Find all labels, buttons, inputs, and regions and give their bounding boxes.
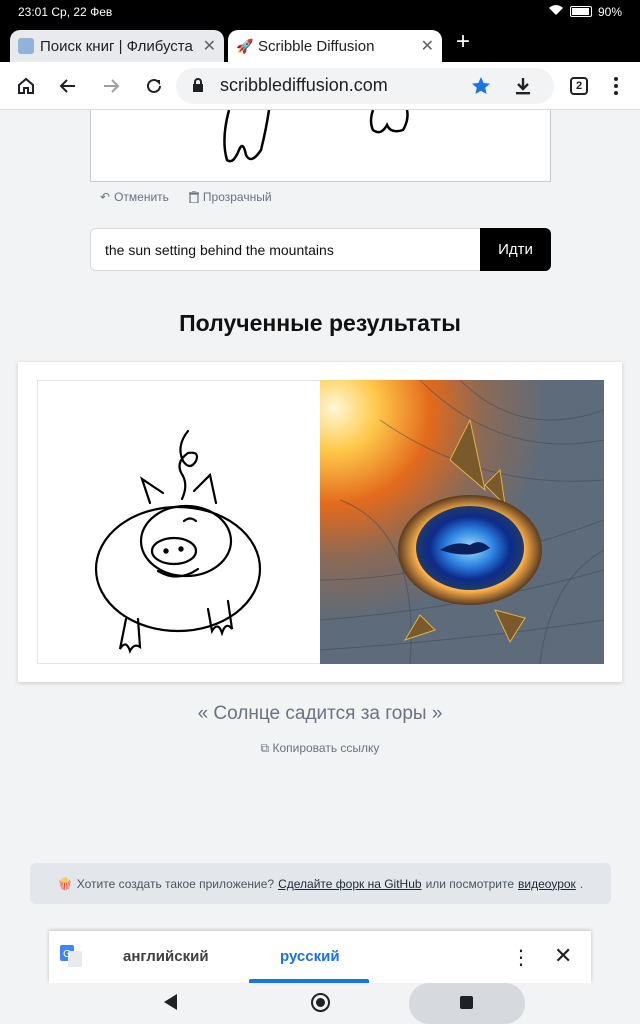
download-icon[interactable]	[514, 76, 532, 101]
status-bar: 23:01 Ср, 22 Фев 90%	[0, 0, 640, 26]
lock-icon	[192, 77, 204, 98]
more-menu-icon[interactable]	[602, 72, 630, 100]
bookmark-star-icon[interactable]	[471, 76, 491, 101]
video-tutorial-link[interactable]: видеоурок	[518, 877, 576, 891]
reload-icon[interactable]	[140, 72, 168, 100]
close-tab-icon[interactable]: ✕	[421, 36, 434, 56]
tab-title: Поиск книг | Флибуста	[40, 37, 193, 55]
result-caption: « Солнце садится за горы »	[197, 703, 443, 724]
github-fork-link[interactable]: Сделайте форк на GitHub	[278, 877, 421, 891]
battery-level: 90%	[597, 4, 622, 19]
tab-switcher-button[interactable]: 2	[565, 72, 593, 100]
svg-text:G: G	[63, 949, 71, 960]
tab-flibusta[interactable]: Поиск книг | Флибуста ✕	[10, 30, 224, 62]
trash-icon	[188, 191, 199, 203]
undo-button[interactable]: ↶ Отменить	[100, 190, 169, 204]
forward-icon[interactable]	[97, 72, 125, 100]
rocket-favicon-icon: 🚀	[236, 38, 254, 54]
source-language-tab[interactable]: английский	[123, 948, 209, 965]
system-nav-bar	[0, 983, 640, 1024]
nav-recents-icon[interactable]	[460, 996, 473, 1009]
address-bar[interactable]: scribblediffusion.com	[176, 68, 554, 104]
home-icon[interactable]	[12, 72, 40, 100]
google-translate-icon: G	[60, 945, 82, 967]
close-tab-icon[interactable]: ✕	[203, 36, 216, 56]
go-button[interactable]: Идти	[480, 228, 551, 271]
url-text: scribblediffusion.com	[220, 75, 388, 95]
generated-image	[319, 379, 605, 665]
copy-link-button[interactable]: ⧉ Копировать ссылку	[0, 741, 640, 756]
target-language-tab[interactable]: русский	[280, 948, 340, 965]
scribble-image	[37, 380, 321, 664]
browser-toolbar: scribblediffusion.com 2	[0, 62, 640, 110]
prompt-input[interactable]: the sun setting behind the mountains	[90, 228, 481, 271]
undo-icon: ↶	[100, 190, 111, 204]
translate-menu-icon[interactable]: ⋮	[511, 945, 531, 970]
status-time: 23:01 Ср, 22 Фев	[18, 5, 113, 19]
translate-close-icon[interactable]: ✕	[554, 943, 572, 969]
back-icon[interactable]	[54, 72, 82, 100]
popcorn-icon: 🍿	[57, 876, 73, 891]
promo-banner: 🍿 Хотите создать такое приложение? Сдела…	[30, 863, 611, 904]
canvas-tools: ↶ Отменить Прозрачный	[100, 190, 272, 204]
new-tab-button[interactable]: +	[456, 30, 470, 54]
tab-count: 2	[570, 77, 588, 95]
nav-home-icon[interactable]	[311, 993, 330, 1012]
flibusta-favicon-icon	[18, 38, 34, 54]
tab-strip: Поиск книг | Флибуста ✕ 🚀 Scribble Diffu…	[0, 26, 640, 62]
wifi-icon	[548, 4, 564, 19]
battery-icon	[569, 6, 592, 17]
tab-scribble-diffusion[interactable]: 🚀 Scribble Diffusion ✕	[228, 30, 442, 62]
clear-button[interactable]: Прозрачный	[188, 190, 272, 204]
copy-icon: ⧉	[260, 741, 270, 755]
nav-back-icon[interactable]	[164, 994, 177, 1010]
tab-title: Scribble Diffusion	[258, 37, 375, 55]
translate-bar: G английский русский ⋮ ✕	[49, 931, 591, 983]
drawing-canvas[interactable]	[90, 109, 551, 182]
results-heading: Полученные результаты	[179, 310, 461, 336]
